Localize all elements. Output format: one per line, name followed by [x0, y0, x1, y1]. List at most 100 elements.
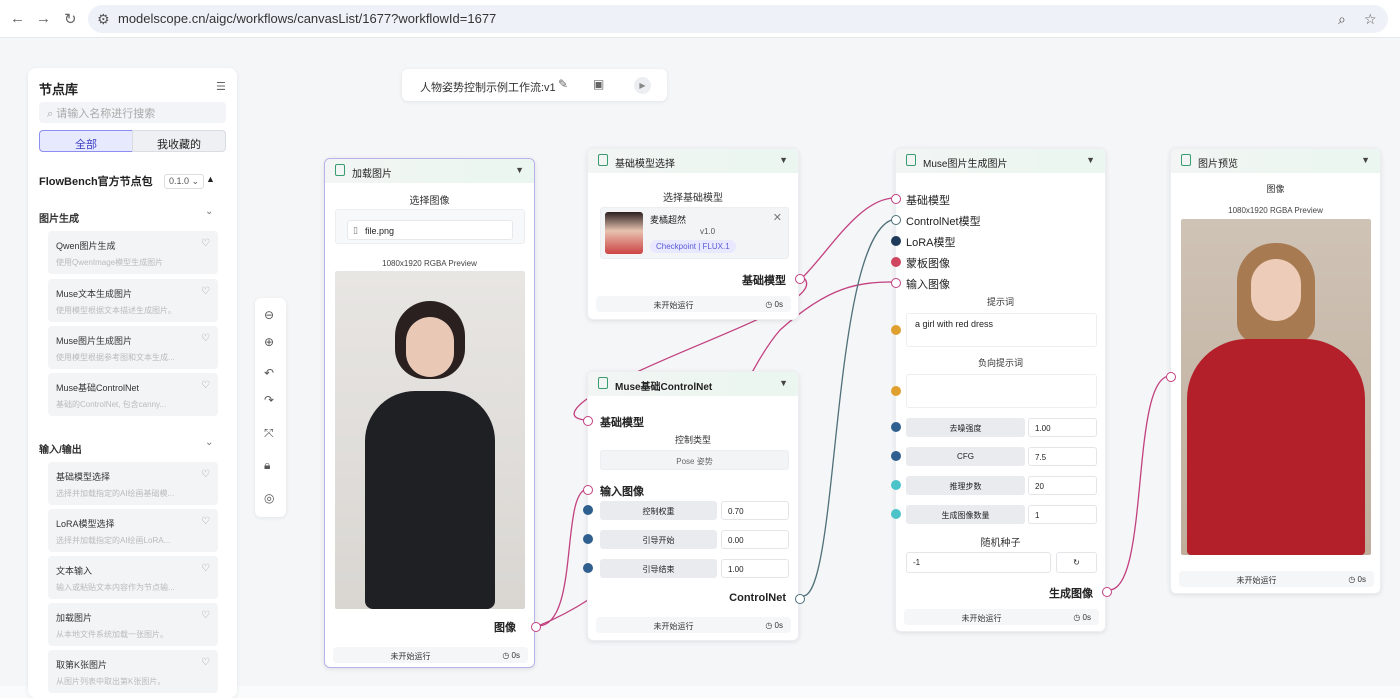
minimap-icon[interactable]: ◎ [264, 491, 274, 505]
param-label: 引导开始 [600, 530, 717, 549]
heart-icon: ♡ [201, 286, 210, 297]
model-thumbnail [605, 212, 643, 254]
param-input[interactable]: 0.70 [721, 501, 789, 520]
tab-favorites[interactable]: 我收藏的 [132, 130, 226, 152]
zoom-out-icon[interactable]: ⊖ [264, 308, 274, 322]
param-input[interactable]: 7.5 [1028, 447, 1097, 466]
output-port-label: 图像 [494, 622, 516, 634]
input-port[interactable] [1166, 372, 1176, 382]
section-label: 控制类型 [674, 435, 711, 445]
input-port[interactable] [891, 236, 901, 246]
input-port[interactable] [891, 194, 901, 204]
input-port-label: 蒙板图像 [906, 258, 950, 270]
undo-icon[interactable]: ↶ [264, 366, 274, 380]
node-image-preview[interactable]: 图片预览 ▼ 图像 1080x1920 RGBA Preview 未开始运行 ◷ 0… [1166, 148, 1381, 594]
node-load-image[interactable]: 加载图片 ▼ 选择图像 ▯ file.png 1080x1920 RGBA Prev… [324, 158, 541, 668]
node-title: 加载图片 [352, 169, 392, 180]
heart-icon: ♡ [201, 657, 210, 668]
list-item[interactable]: Muse基础ControlNet 基础的ControlNet, 包含canny..… [48, 373, 218, 416]
prompt-textarea[interactable]: a girl with red dress [906, 313, 1097, 347]
section-label: 选择基础模型 [663, 193, 723, 204]
tab-all[interactable]: 全部 [39, 130, 133, 152]
node-controlnet[interactable]: Muse基础ControlNet ▼ 基础模型 控制类型 Pose 姿势 输入图像… [583, 371, 805, 641]
chevron-up-icon[interactable]: ▲ [206, 174, 215, 184]
list-item[interactable]: Muse图片生成图片 使用模型根据参考图和文本生成... ♡ [48, 326, 218, 369]
output-port-label: ControlNet [729, 592, 786, 604]
chevron-down-icon[interactable]: ⌄ [205, 437, 213, 448]
heart-icon: ♡ [201, 469, 210, 480]
param-input[interactable]: 1.00 [721, 559, 789, 578]
loaded-image [335, 271, 525, 609]
output-port[interactable] [1102, 587, 1112, 597]
heart-icon: ♡ [201, 333, 210, 344]
chevron-down-icon[interactable]: ▼ [779, 378, 788, 388]
heart-icon: ♡ [201, 380, 210, 391]
output-port[interactable] [795, 594, 805, 604]
input-port[interactable] [583, 416, 593, 426]
list-item[interactable]: 文本输入 输入或粘贴文本内容作为节点输... ♡ [48, 556, 218, 599]
param-input[interactable]: 0.00 [721, 530, 789, 549]
zoom-in-icon[interactable]: ⊕ [264, 335, 274, 349]
chevron-down-icon[interactable]: ▼ [779, 155, 788, 165]
output-port[interactable] [531, 622, 541, 632]
param-input[interactable]: 1 [1028, 505, 1097, 524]
clock-icon: ◷ 0s [1073, 613, 1091, 622]
node-base-model[interactable]: 基础模型选择 ▼ 选择基础模型 麦橘超然 v1.0 Checkpoint | FL… [587, 148, 805, 320]
section-label: 选择图像 [409, 196, 450, 207]
chevron-down-icon[interactable]: ▼ [515, 165, 524, 175]
collapse-panel-icon[interactable]: ☰ [216, 80, 226, 93]
input-port-label: 输入图像 [600, 486, 644, 498]
list-item[interactable]: 加载图片 从本地文件系统加载一张图片。 ♡ [48, 603, 218, 646]
control-type-select[interactable]: Pose 姿势 [600, 450, 789, 470]
save-icon[interactable]: ▣ [593, 77, 604, 91]
heart-icon: ♡ [201, 563, 210, 574]
param-label: CFG [906, 447, 1025, 466]
generated-image [1181, 219, 1371, 555]
heart-icon: ♡ [201, 610, 210, 621]
input-port[interactable] [891, 278, 901, 288]
section-label: 负向提示词 [977, 358, 1023, 368]
input-port[interactable] [891, 257, 901, 267]
output-port[interactable] [795, 274, 805, 284]
wire-gen-to-preview [1108, 375, 1171, 591]
param-input[interactable]: 20 [1028, 476, 1097, 495]
version-select[interactable]: 0.1.0 ⌄ [164, 174, 205, 189]
chevron-down-icon[interactable]: ▼ [1361, 155, 1370, 165]
param-label: 去噪强度 [906, 418, 1025, 437]
list-item[interactable]: Qwen图片生成 使用QwenImage模型生成图片 ♡ [48, 231, 218, 274]
param-label: 引导结束 [600, 559, 717, 578]
heart-icon: ♡ [201, 238, 210, 249]
param-port [891, 325, 901, 335]
model-card[interactable]: 麦橘超然 v1.0 Checkpoint | FLUX.1 ✕ [600, 207, 789, 259]
list-item[interactable]: LoRA模型选择 选择并加载指定的AI绘画LoRA... ♡ [48, 509, 218, 552]
lock-icon[interactable]: 🔒︎ [264, 458, 270, 473]
close-icon[interactable]: ✕ [773, 211, 782, 224]
heart-icon: ♡ [201, 516, 210, 527]
chevron-down-icon[interactable]: ▼ [1086, 155, 1095, 165]
node-muse-img2img[interactable]: Muse图片生成图片 ▼ 基础模型 ControlNet模型 LoRA模型 蒙板图… [891, 148, 1112, 632]
category-image-gen[interactable]: 图片生成 [39, 210, 79, 225]
node-search-input[interactable]: ⌕ 请输入名称进行搜索 [39, 102, 226, 123]
list-item[interactable]: 取第K张图片 从图片列表中取出第K张图片。 ♡ [48, 650, 218, 693]
edit-icon[interactable]: ✎ [558, 77, 568, 91]
list-item[interactable]: 基础模型选择 选择并加载指定的AI绘画基础模... ♡ [48, 462, 218, 505]
fit-view-icon[interactable]: ⤧ [264, 426, 274, 441]
category-io[interactable]: 输入/输出 [39, 441, 82, 456]
clock-icon: ◷ 0s [1348, 575, 1366, 584]
status-bar: 未开始运行 ◷ 0s [333, 647, 528, 663]
chevron-down-icon[interactable]: ⌄ [205, 206, 213, 217]
input-port[interactable] [583, 485, 593, 495]
param-input[interactable]: 1.00 [1028, 418, 1097, 437]
file-picker[interactable]: ▯ file.png [347, 220, 513, 240]
seed-input[interactable]: -1 [906, 552, 1051, 573]
randomize-seed-button[interactable]: ↻ [1056, 552, 1097, 573]
wire-cn-to-gen [802, 218, 896, 597]
input-port[interactable] [891, 215, 901, 225]
list-item[interactable]: Muse文本生成图片 使用模型根据文本描述生成图片。 ♡ [48, 279, 218, 322]
negative-prompt-textarea[interactable] [906, 374, 1097, 408]
param-label: 控制权重 [600, 501, 717, 520]
run-button[interactable]: ▶ [634, 77, 651, 94]
node-title: Muse基础ControlNet [615, 382, 713, 393]
node-icon [335, 164, 345, 176]
redo-icon[interactable]: ↷ [264, 393, 274, 407]
